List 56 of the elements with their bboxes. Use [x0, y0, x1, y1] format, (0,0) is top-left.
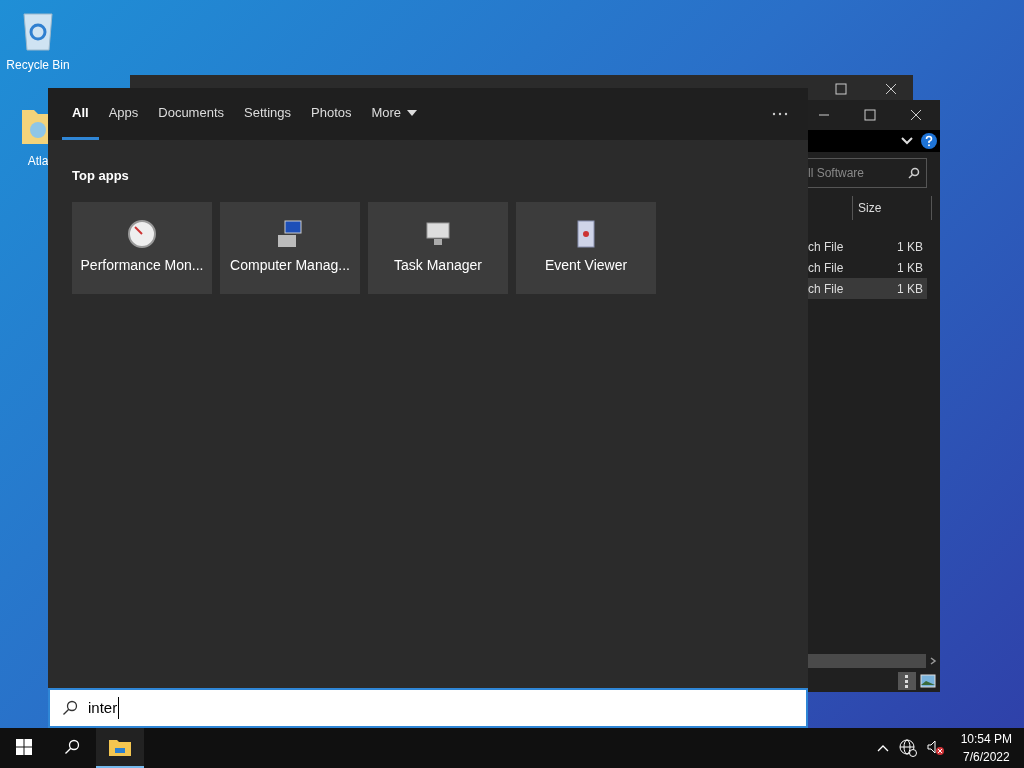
file-type: ch File: [808, 238, 844, 256]
file-size: 1 KB: [897, 238, 923, 256]
file-size: 1 KB: [897, 259, 923, 277]
filter-tab[interactable]: More: [361, 88, 428, 140]
desktop-icon-label[interactable]: Recycle Bin: [6, 56, 70, 74]
filter-tab[interactable]: Settings: [234, 88, 301, 140]
taskbar-button[interactable]: [96, 728, 144, 768]
clock-time[interactable]: 10:54 PM: [960, 730, 1012, 748]
chevron-down-icon[interactable]: [901, 137, 913, 145]
globe-icon[interactable]: [898, 739, 917, 757]
chevron-right-icon[interactable]: [929, 657, 937, 665]
app-name: Event Viewer: [544, 256, 628, 275]
windows-logo-icon: [16, 739, 32, 755]
gauge-icon: [127, 219, 157, 249]
search-placeholder: ll Software: [808, 165, 865, 182]
filter-tab[interactable]: Photos: [301, 88, 362, 140]
file-row[interactable]: ch File 1 KB: [808, 257, 927, 278]
section-title: Top apps: [72, 167, 130, 185]
folder-icon: [109, 738, 131, 756]
search-icon[interactable]: [908, 167, 920, 179]
more-options-icon[interactable]: [772, 112, 788, 116]
app-tile[interactable]: Task Manager: [368, 201, 508, 294]
computer-icon: [275, 219, 305, 249]
chevron-up-icon[interactable]: [876, 744, 889, 752]
help-icon[interactable]: [921, 133, 937, 149]
app-tile[interactable]: Event Viewer: [516, 201, 656, 294]
clock-date[interactable]: 7/6/2022: [962, 748, 1010, 766]
app-tile[interactable]: Performance Mon...: [72, 201, 212, 294]
close-icon[interactable]: [910, 109, 922, 121]
search-box[interactable]: inter: [48, 688, 808, 728]
details-view-icon[interactable]: [898, 672, 916, 690]
app-name: Performance Mon...: [80, 256, 204, 275]
app-name: Task Manager: [394, 256, 482, 275]
filter-tab[interactable]: Documents: [148, 88, 234, 140]
desktop-icon-label[interactable]: Atla: [27, 152, 49, 170]
app-tile[interactable]: Computer Manag...: [220, 201, 360, 294]
speaker-muted-icon[interactable]: [926, 740, 945, 756]
file-row[interactable]: ch File 1 KB: [808, 236, 927, 257]
search-field[interactable]: ll Software: [808, 158, 927, 188]
horizontal-scrollbar[interactable]: [808, 654, 926, 668]
caret-icon: [407, 109, 418, 116]
file-row[interactable]: ch File 1 KB: [808, 278, 927, 299]
filter-tab[interactable]: All: [62, 88, 99, 140]
search-icon: [64, 739, 80, 755]
search-text: inter: [88, 696, 120, 720]
file-type: ch File: [808, 259, 844, 277]
column-header[interactable]: Size: [852, 196, 932, 220]
thumbnail-view-icon[interactable]: [920, 674, 936, 688]
filter-tab[interactable]: Apps: [98, 88, 149, 140]
maximize-icon[interactable]: [835, 83, 847, 95]
close-icon[interactable]: [885, 83, 897, 95]
search-icon: [62, 700, 78, 716]
file-size: 1 KB: [897, 280, 923, 298]
app-name: Computer Manag...: [230, 256, 350, 275]
file-type: ch File: [808, 280, 844, 298]
maximize-icon[interactable]: [864, 109, 876, 121]
